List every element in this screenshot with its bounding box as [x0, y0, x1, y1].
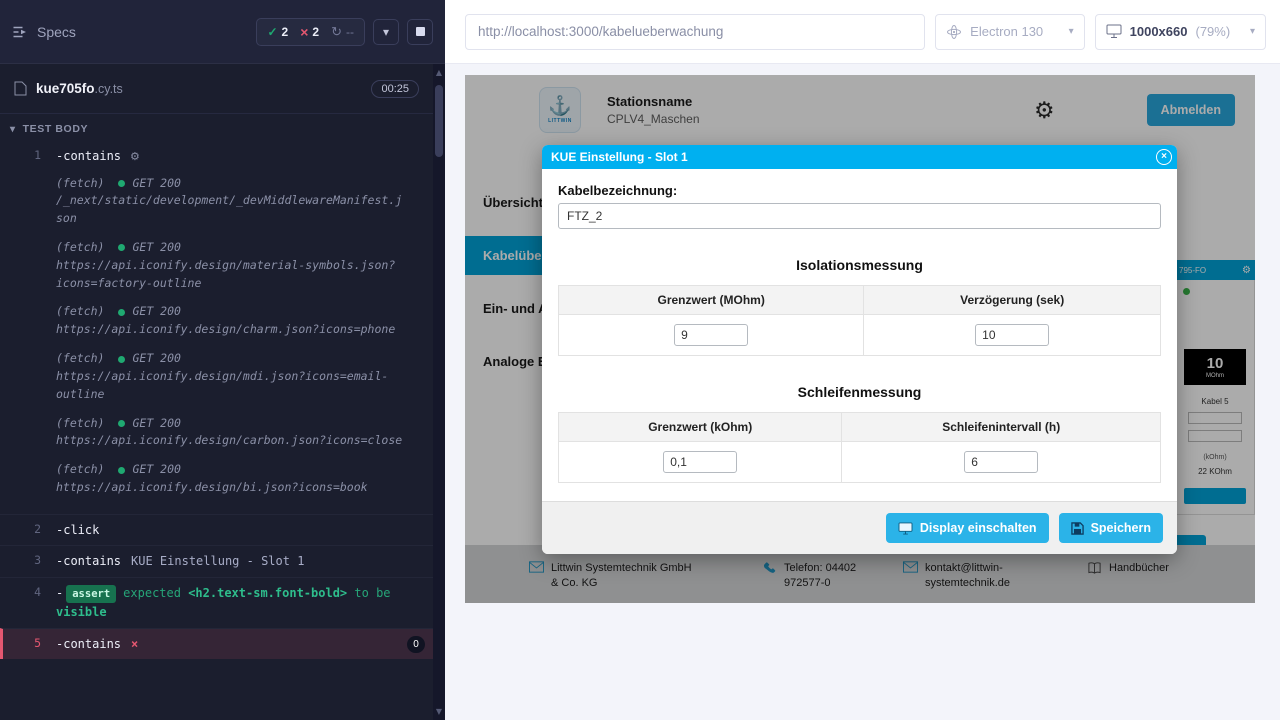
browser-select[interactable]: Electron 130 ▾ — [935, 14, 1084, 50]
spec-name: kue705fo — [36, 81, 95, 96]
match-count-badge: 0 — [407, 636, 425, 653]
command-number: 3 — [0, 552, 56, 567]
command-row[interactable]: 1 -contains ⚙ (fetch)GET 200 /_next/stati… — [0, 141, 433, 514]
cable-name-input[interactable] — [558, 203, 1161, 229]
fetch-log: (fetch)GET 200 https://api.iconify.desig… — [56, 461, 405, 497]
status-dot-icon — [118, 244, 125, 251]
modal-title: KUE Einstellung - Slot 1 — [551, 150, 688, 164]
cross-icon: × — [300, 25, 308, 39]
status-dot-icon — [118, 180, 125, 187]
column-header: Verzögerung (sek) — [864, 286, 1161, 315]
app-frame: ⚓ LITTWIN Stationsname CPLV4_Maschen ⚙ A… — [465, 75, 1255, 603]
browser-label: Electron 130 — [970, 24, 1043, 39]
specs-menu[interactable]: Specs — [12, 24, 76, 40]
command-row-failed[interactable]: 5 -contains × 0 — [0, 628, 433, 660]
stat-passed: ✓2 — [267, 25, 288, 39]
loop-interval-input[interactable] — [964, 451, 1038, 473]
close-icon[interactable]: × — [1156, 149, 1172, 165]
file-icon — [14, 81, 27, 96]
modal-footer: Display einschalten Speichern — [542, 501, 1177, 554]
stop-button[interactable] — [407, 19, 433, 45]
command-method: -contains — [56, 637, 121, 651]
viewport-icon — [1106, 24, 1122, 39]
command-method: -contains — [56, 149, 121, 163]
caret-down-icon: ▾ — [10, 124, 16, 135]
command-number: 4 — [0, 584, 56, 599]
command-method: -click — [56, 523, 99, 537]
chevron-down-icon: ▾ — [1069, 26, 1074, 37]
cypress-runner-panel: Specs ✓2 ×2 ↻-- ▾ kue705fo .cy.ts 00:25 … — [0, 0, 445, 720]
kue-settings-modal: KUE Einstellung - Slot 1 × Kabelbezeichn… — [542, 145, 1177, 554]
scroll-down-icon[interactable]: ▼ — [436, 703, 442, 720]
save-icon — [1071, 522, 1084, 535]
test-body-label: TEST BODY — [23, 123, 89, 135]
fetch-log: (fetch)GET 200 /_next/static/development… — [56, 175, 405, 228]
fetch-log: (fetch)GET 200 https://api.iconify.desig… — [56, 415, 405, 451]
url-input[interactable] — [465, 14, 925, 50]
insulation-section-title: Isolationsmessung — [558, 257, 1161, 273]
fetch-log: (fetch)GET 200 https://api.iconify.desig… — [56, 239, 405, 292]
assert-badge: assert — [66, 585, 116, 603]
loop-limit-input[interactable] — [663, 451, 737, 473]
loop-table: Grenzwert (kOhm) Schleifenintervall (h) — [558, 412, 1161, 483]
stat-failed: ×2 — [300, 25, 319, 39]
viewport-dims: 1000x660 — [1130, 24, 1188, 39]
command-arg: KUE Einstellung - Slot 1 — [131, 554, 304, 568]
command-number: 5 — [3, 635, 56, 650]
electron-icon — [946, 24, 962, 40]
insulation-table: Grenzwert (MOhm) Verzögerung (sek) — [558, 285, 1161, 356]
command-number: 2 — [0, 521, 56, 536]
insulation-limit-input[interactable] — [674, 324, 748, 346]
specs-label: Specs — [37, 24, 76, 40]
stat-pending: ↻-- — [331, 24, 354, 40]
runner-header: Specs ✓2 ×2 ↻-- ▾ — [0, 0, 445, 64]
command-row-assert[interactable]: 4 -assertexpected <h2.text-sm.font-bold>… — [0, 577, 433, 628]
refresh-icon: ↻ — [331, 24, 342, 40]
status-dot-icon — [118, 356, 125, 363]
fail-x-icon: × — [131, 637, 138, 651]
viewport-select[interactable]: 1000x660 (79%) ▾ — [1095, 14, 1266, 50]
test-stats[interactable]: ✓2 ×2 ↻-- — [256, 18, 365, 46]
cable-name-label: Kabelbezeichnung: — [558, 183, 1161, 198]
status-dot-icon — [118, 309, 125, 316]
scroll-up-icon[interactable]: ▲ — [436, 64, 442, 81]
display-on-button[interactable]: Display einschalten — [886, 513, 1049, 543]
scrollbar-thumb[interactable] — [435, 85, 443, 157]
chevron-down-icon: ▾ — [1250, 26, 1255, 37]
viewport-zoom: (79%) — [1195, 24, 1230, 39]
command-row[interactable]: 2 -click — [0, 514, 433, 546]
fetch-log: (fetch)GET 200 https://api.iconify.desig… — [56, 350, 405, 403]
display-icon — [898, 522, 913, 535]
column-header: Grenzwert (MOhm) — [559, 286, 864, 315]
column-header: Grenzwert (kOhm) — [559, 413, 842, 442]
command-number: 1 — [0, 147, 56, 162]
chevron-down-icon: ▾ — [383, 25, 389, 39]
test-body-section[interactable]: ▾ TEST BODY — [0, 114, 433, 141]
modal-header: KUE Einstellung - Slot 1 × — [542, 145, 1177, 169]
spec-file-row[interactable]: kue705fo .cy.ts 00:25 — [0, 64, 433, 114]
fetch-log-list: (fetch)GET 200 /_next/static/development… — [56, 175, 405, 497]
save-button[interactable]: Speichern — [1059, 513, 1163, 543]
command-log: kue705fo .cy.ts 00:25 ▾ TEST BODY 1 -con… — [0, 64, 433, 720]
column-header: Schleifenintervall (h) — [842, 413, 1161, 442]
command-row[interactable]: 3 -contains KUE Einstellung - Slot 1 — [0, 545, 433, 577]
command-method: -contains — [56, 554, 121, 568]
check-icon: ✓ — [267, 25, 277, 39]
loop-section-title: Schleifenmessung — [558, 384, 1161, 400]
spec-timer: 00:25 — [371, 80, 419, 98]
aut-stage: ⚓ LITTWIN Stationsname CPLV4_Maschen ⚙ A… — [445, 64, 1280, 720]
stop-icon — [416, 27, 425, 36]
gear-icon: ⚙ — [130, 150, 140, 163]
runner-scrollbar[interactable]: ▲ ▼ — [433, 64, 445, 720]
insulation-delay-input[interactable] — [975, 324, 1049, 346]
collapse-button[interactable]: ▾ — [373, 19, 399, 45]
spec-ext: .cy.ts — [95, 82, 123, 96]
aut-url-bar: Electron 130 ▾ 1000x660 (79%) ▾ — [445, 0, 1280, 64]
status-dot-icon — [118, 420, 125, 427]
status-dot-icon — [118, 467, 125, 474]
specs-list-icon — [12, 24, 28, 40]
fetch-log: (fetch)GET 200 https://api.iconify.desig… — [56, 303, 405, 339]
